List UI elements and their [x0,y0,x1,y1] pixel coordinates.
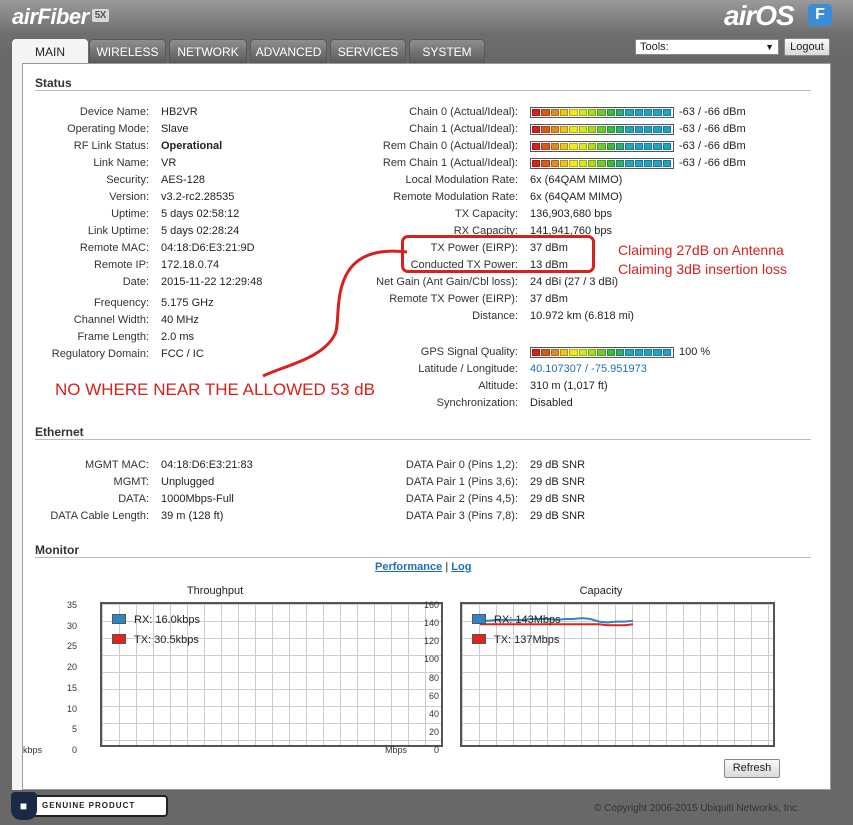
y-tick-label: 20 [428,726,439,737]
y-tick-label: 140 [423,618,439,629]
ethernet-divider [35,439,811,440]
ethernet-pair-value: 29 dB SNR [530,476,586,488]
ethernet-value: 1000Mbps-Full [161,493,234,505]
tab-network[interactable]: NETWORK [169,39,247,63]
ethernet-label: DATA: [118,493,149,505]
y-tick-label: 10 [66,703,77,714]
y-tick-label: 0 [433,745,439,755]
throughput-chart-title: Throughput [186,585,244,597]
y-axis-unit: kbps [23,745,43,755]
tab-main[interactable]: MAIN [12,39,88,64]
capacity-chart-title: Capacity [579,585,623,597]
y-tick-label: 25 [66,641,77,652]
link-separator: | [445,561,449,573]
airfiber-logo: airFiber 5X [12,4,109,30]
y-tick-label: 60 [428,690,439,701]
tab-system[interactable]: SYSTEM [409,39,485,63]
y-tick-label: 5 [71,724,77,735]
copyright: © Copyright 2006-2015 Ubiquiti Networks,… [594,803,800,814]
legend-swatch [112,634,126,644]
legend-label: TX: 137Mbps [494,634,560,646]
legend-swatch [472,634,486,644]
legend-item: TX: 30.5kbps [112,634,199,646]
y-tick-label: 15 [66,682,77,693]
legend-item: TX: 137Mbps [472,634,559,646]
y-tick-label: 30 [66,620,77,631]
y-tick-label: 80 [428,672,439,683]
ethernet-pair-label: DATA Pair 3 (Pins 7,8): [405,510,518,522]
airos-badge-icon: F [808,4,832,26]
legend-swatch [112,614,126,624]
lock-icon: ■ [11,792,37,820]
model-badge: 5X [91,9,109,22]
refresh-button[interactable]: Refresh [724,759,780,778]
legend-item: RX: 16.0kbps [112,614,200,626]
ethernet-label: DATA Cable Length: [50,510,149,522]
ethernet-pair-value: 29 dB SNR [530,510,586,522]
y-axis-unit: Mbps [385,745,408,755]
tab-services[interactable]: SERVICES [330,39,406,63]
y-tick-label: 0 [71,745,77,755]
legend-label: RX: 16.0kbps [134,614,201,626]
log-link[interactable]: Log [451,561,471,573]
legend-label: RX: 143Mbps [494,614,561,626]
ethernet-pair-value: 29 dB SNR [530,493,586,505]
ethernet-pair-label: DATA Pair 2 (Pins 4,5): [405,493,518,505]
y-tick-label: 20 [66,662,77,673]
panel-edge [12,63,22,790]
tools-select[interactable]: Tools: ▼ [635,39,779,55]
y-tick-label: 160 [423,600,439,610]
legend-label: TX: 30.5kbps [134,634,199,646]
monitor-divider [35,557,811,558]
ethernet-pair-label: DATA Pair 0 (Pins 1,2): [405,459,518,471]
ethernet-value: 04:18:D6:E3:21:83 [161,459,253,471]
throughput-chart: RX: 16.0kbps TX: 30.5kbps [100,602,443,747]
tab-wireless[interactable]: WIRELESS [89,39,166,63]
ethernet-pair-value: 29 dB SNR [530,459,586,471]
ethernet-value: 39 m (128 ft) [161,510,224,522]
ethernet-pair-label: DATA Pair 1 (Pins 3,6): [405,476,518,488]
monitor-heading: Monitor [35,543,79,557]
tab-advanced[interactable]: ADVANCED [250,39,327,63]
y-tick-label: 100 [423,654,439,665]
airos-logo: airOS [724,0,795,31]
y-tick-label: 40 [428,708,439,719]
ethernet-label: MGMT MAC: [85,459,149,471]
capacity-chart: RX: 143Mbps TX: 137Mbps [460,602,775,747]
y-tick-label: 120 [423,636,439,647]
legend-item: RX: 143Mbps [472,614,561,626]
main-panel: Status Device Name: HB2VR Operating Mode: S… [22,63,831,790]
performance-link[interactable]: Performance [375,561,442,573]
legend-swatch [472,614,486,624]
chevron-down-icon: ▼ [765,42,774,52]
ethernet-label: MGMT: [113,476,149,488]
y-tick-label: 35 [66,600,77,610]
genuine-product-badge: ■ GENUINE PRODUCT [11,792,168,820]
ethernet-value: Unplugged [161,476,215,488]
ethernet-heading: Ethernet [35,425,84,439]
logout-button[interactable]: Logout [784,38,830,56]
monitor-links: Performance | Log [375,561,471,573]
